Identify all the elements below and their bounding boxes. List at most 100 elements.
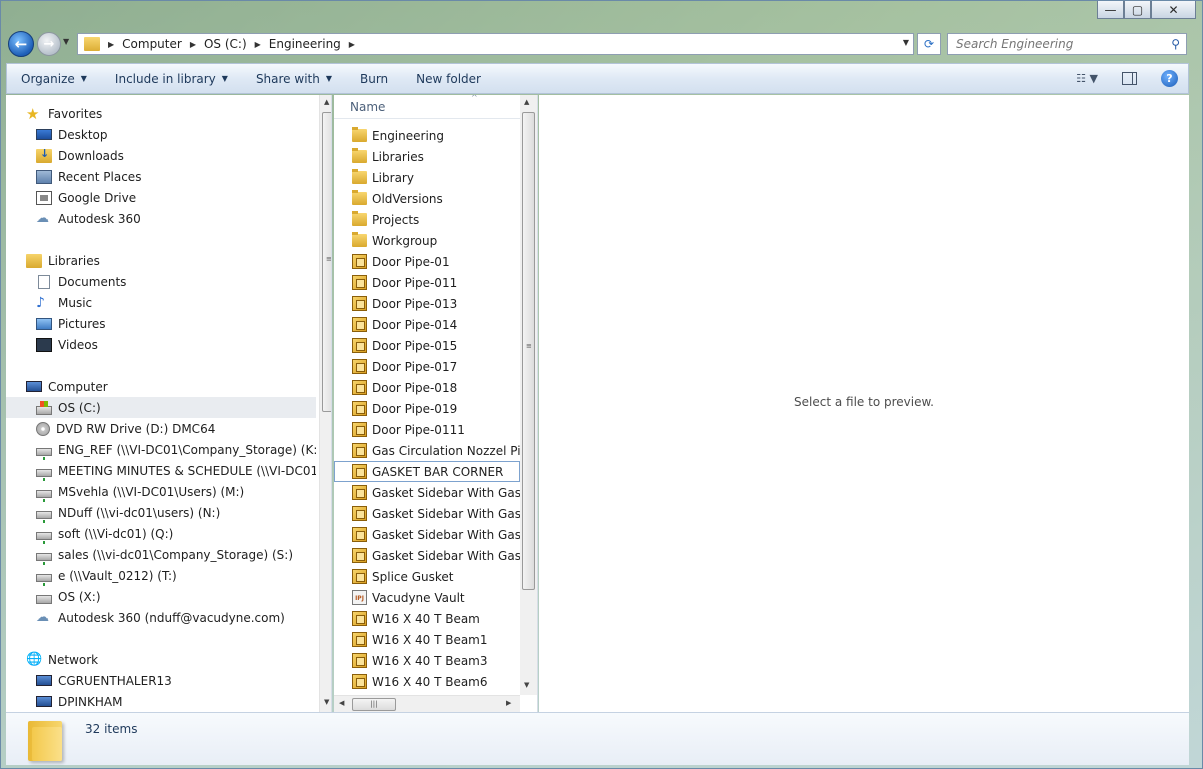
- nav-item-os-x[interactable]: OS (X:): [6, 586, 316, 607]
- address-dropdown[interactable]: ▼: [903, 38, 909, 47]
- nav-item-desktop[interactable]: Desktop: [6, 124, 316, 145]
- file-list-item[interactable]: Door Pipe-013: [334, 293, 520, 314]
- project-file-icon: IPJ: [352, 590, 367, 605]
- nav-item-autodesk-360[interactable]: ☁ Autodesk 360: [6, 208, 316, 229]
- file-list-item[interactable]: OldVersions: [334, 188, 520, 209]
- file-list-item[interactable]: Projects: [334, 209, 520, 230]
- breadcrumb-separator[interactable]: ▶: [349, 40, 355, 49]
- nav-favorites[interactable]: ★ Favorites: [6, 103, 316, 124]
- part-file-icon: [352, 275, 367, 290]
- nav-item-sales[interactable]: sales (\\vi-dc01\Company_Storage) (S:): [6, 544, 316, 565]
- scroll-right-arrow-icon[interactable]: ▶: [506, 699, 511, 707]
- breadcrumb-computer[interactable]: Computer: [122, 37, 182, 51]
- preview-pane-toggle[interactable]: [1122, 72, 1137, 85]
- nav-item-videos[interactable]: Videos: [6, 334, 316, 355]
- file-list-item[interactable]: Workgroup: [334, 230, 520, 251]
- nav-item-cgruenthaler13[interactable]: CGRUENTHALER13: [6, 670, 316, 691]
- nav-libraries[interactable]: Libraries: [6, 250, 316, 271]
- share-with-button[interactable]: Share with ▼: [242, 64, 346, 93]
- minimize-button[interactable]: —: [1097, 1, 1124, 19]
- nav-item-google-drive[interactable]: Google Drive: [6, 187, 316, 208]
- share-with-label: Share with: [255, 71, 320, 86]
- file-list-item[interactable]: Door Pipe-017: [334, 356, 520, 377]
- file-list-item[interactable]: W16 X 40 T Beam1: [334, 629, 520, 650]
- nav-item-recent-places[interactable]: Recent Places: [6, 166, 316, 187]
- nav-item-downloads[interactable]: Downloads: [6, 145, 316, 166]
- breadcrumb-separator[interactable]: ▶: [108, 40, 114, 49]
- file-name: W16 X 40 T Beam6: [372, 674, 488, 689]
- part-file-icon: [352, 380, 367, 395]
- back-button[interactable]: ←: [8, 31, 34, 57]
- scroll-up-arrow-icon[interactable]: ▲: [324, 98, 329, 106]
- address-bar[interactable]: ▶ Computer ▶ OS (C:) ▶ Engineering ▶ ▼: [77, 33, 914, 55]
- file-list-item[interactable]: Gasket Sidebar With Gasket: [334, 545, 520, 566]
- nav-item-pictures[interactable]: Pictures: [6, 313, 316, 334]
- nav-item-autodesk-360-account[interactable]: ☁ Autodesk 360 (nduff@vacudyne.com): [6, 607, 316, 628]
- new-folder-button[interactable]: New folder: [402, 64, 495, 93]
- change-view-button[interactable]: ☷ ▼: [1076, 72, 1098, 85]
- close-button[interactable]: ✕: [1151, 1, 1196, 19]
- scroll-up-arrow-icon[interactable]: ▲: [524, 98, 529, 106]
- file-list-horizontal-scrollbar[interactable]: ◀ ||| ▶: [334, 695, 520, 712]
- nav-network[interactable]: 🌐 Network: [6, 649, 316, 670]
- file-list-item[interactable]: W16 X 40 T Beam3: [334, 650, 520, 671]
- burn-button[interactable]: Burn: [346, 64, 402, 93]
- file-list-item[interactable]: W16 X 40 T Beam6: [334, 671, 520, 692]
- nav-computer[interactable]: Computer: [6, 376, 316, 397]
- file-list-vertical-scrollbar[interactable]: ▲ ≡ ▼: [520, 95, 537, 695]
- file-list-item[interactable]: Splice Gusket: [334, 566, 520, 587]
- nav-item-msvehla[interactable]: MSvehla (\\VI-DC01\Users) (M:): [6, 481, 316, 502]
- file-list-item[interactable]: Door Pipe-018: [334, 377, 520, 398]
- nav-item-documents[interactable]: Documents: [6, 271, 316, 292]
- scrollbar-thumb[interactable]: ≡: [522, 112, 535, 590]
- breadcrumb-separator[interactable]: ▶: [190, 40, 196, 49]
- file-list-item[interactable]: Door Pipe-0111: [334, 419, 520, 440]
- star-icon: ★: [26, 104, 40, 123]
- nav-item-nduff[interactable]: NDuff (\\vi-dc01\users) (N:): [6, 502, 316, 523]
- forward-button[interactable]: →: [37, 32, 61, 56]
- file-list-item[interactable]: W16 X 40 T Beam: [334, 608, 520, 629]
- scrollbar-thumb[interactable]: |||: [352, 698, 396, 711]
- file-list-item[interactable]: Library: [334, 167, 520, 188]
- scroll-down-arrow-icon[interactable]: ▼: [524, 681, 529, 689]
- include-in-library-button[interactable]: Include in library ▼: [101, 64, 242, 93]
- nav-item-meeting-minutes[interactable]: MEETING MINUTES & SCHEDULE (\\VI-DC01\Co: [6, 460, 316, 481]
- file-list-item[interactable]: Gasket Sidebar With Gasket: [334, 503, 520, 524]
- file-list-item[interactable]: Libraries: [334, 146, 520, 167]
- file-list-item[interactable]: GASKET BAR CORNER: [334, 461, 520, 482]
- nav-item-eng-ref[interactable]: ENG_REF (\\VI-DC01\Company_Storage) (K:): [6, 439, 316, 460]
- file-list-item[interactable]: Door Pipe-019: [334, 398, 520, 419]
- scrollbar-thumb[interactable]: ≡: [322, 112, 331, 412]
- recent-pages-dropdown[interactable]: ▼: [63, 37, 69, 46]
- navigation-pane-scrollbar[interactable]: ▲ ≡ ▼: [319, 95, 331, 712]
- help-icon[interactable]: ?: [1161, 70, 1178, 87]
- file-list-item[interactable]: Door Pipe-011: [334, 272, 520, 293]
- search-input[interactable]: [956, 37, 1161, 51]
- column-header-name[interactable]: ^ Name: [334, 95, 520, 119]
- nav-item-vault[interactable]: e (\\Vault_0212) (T:): [6, 565, 316, 586]
- scroll-left-arrow-icon[interactable]: ◀: [339, 699, 344, 707]
- file-list-item[interactable]: Door Pipe-01: [334, 251, 520, 272]
- file-list-item[interactable]: Gasket Sidebar With Gasket: [334, 524, 520, 545]
- file-list-item[interactable]: Door Pipe-014: [334, 314, 520, 335]
- maximize-button[interactable]: ▢: [1124, 1, 1151, 19]
- scroll-down-arrow-icon[interactable]: ▼: [324, 698, 329, 706]
- file-name: Gas Circulation Nozzel Pipe: [372, 443, 520, 458]
- search-icon[interactable]: ⚲: [1171, 37, 1180, 51]
- nav-item-music[interactable]: ♪ Music: [6, 292, 316, 313]
- file-list-item[interactable]: IPJ Vacudyne Vault: [334, 587, 520, 608]
- breadcrumb-os-c[interactable]: OS (C:): [204, 37, 247, 51]
- nav-item-os-c[interactable]: OS (C:): [6, 397, 316, 418]
- organize-button[interactable]: Organize ▼: [7, 64, 101, 93]
- file-list-item[interactable]: Gasket Sidebar With Gasket: [334, 482, 520, 503]
- breadcrumb-engineering[interactable]: Engineering: [269, 37, 341, 51]
- nav-item-dvd-drive[interactable]: DVD RW Drive (D:) DMC64: [6, 418, 316, 439]
- breadcrumb-separator[interactable]: ▶: [255, 40, 261, 49]
- file-list-item[interactable]: Engineering: [334, 125, 520, 146]
- nav-item-soft[interactable]: soft (\\Vi-dc01) (Q:): [6, 523, 316, 544]
- file-list-item[interactable]: Gas Circulation Nozzel Pipe: [334, 440, 520, 461]
- nav-item-dpinkham[interactable]: DPINKHAM: [6, 691, 316, 712]
- refresh-button[interactable]: ⟳: [917, 33, 941, 55]
- search-box[interactable]: ⚲: [947, 33, 1187, 55]
- file-list-item[interactable]: Door Pipe-015: [334, 335, 520, 356]
